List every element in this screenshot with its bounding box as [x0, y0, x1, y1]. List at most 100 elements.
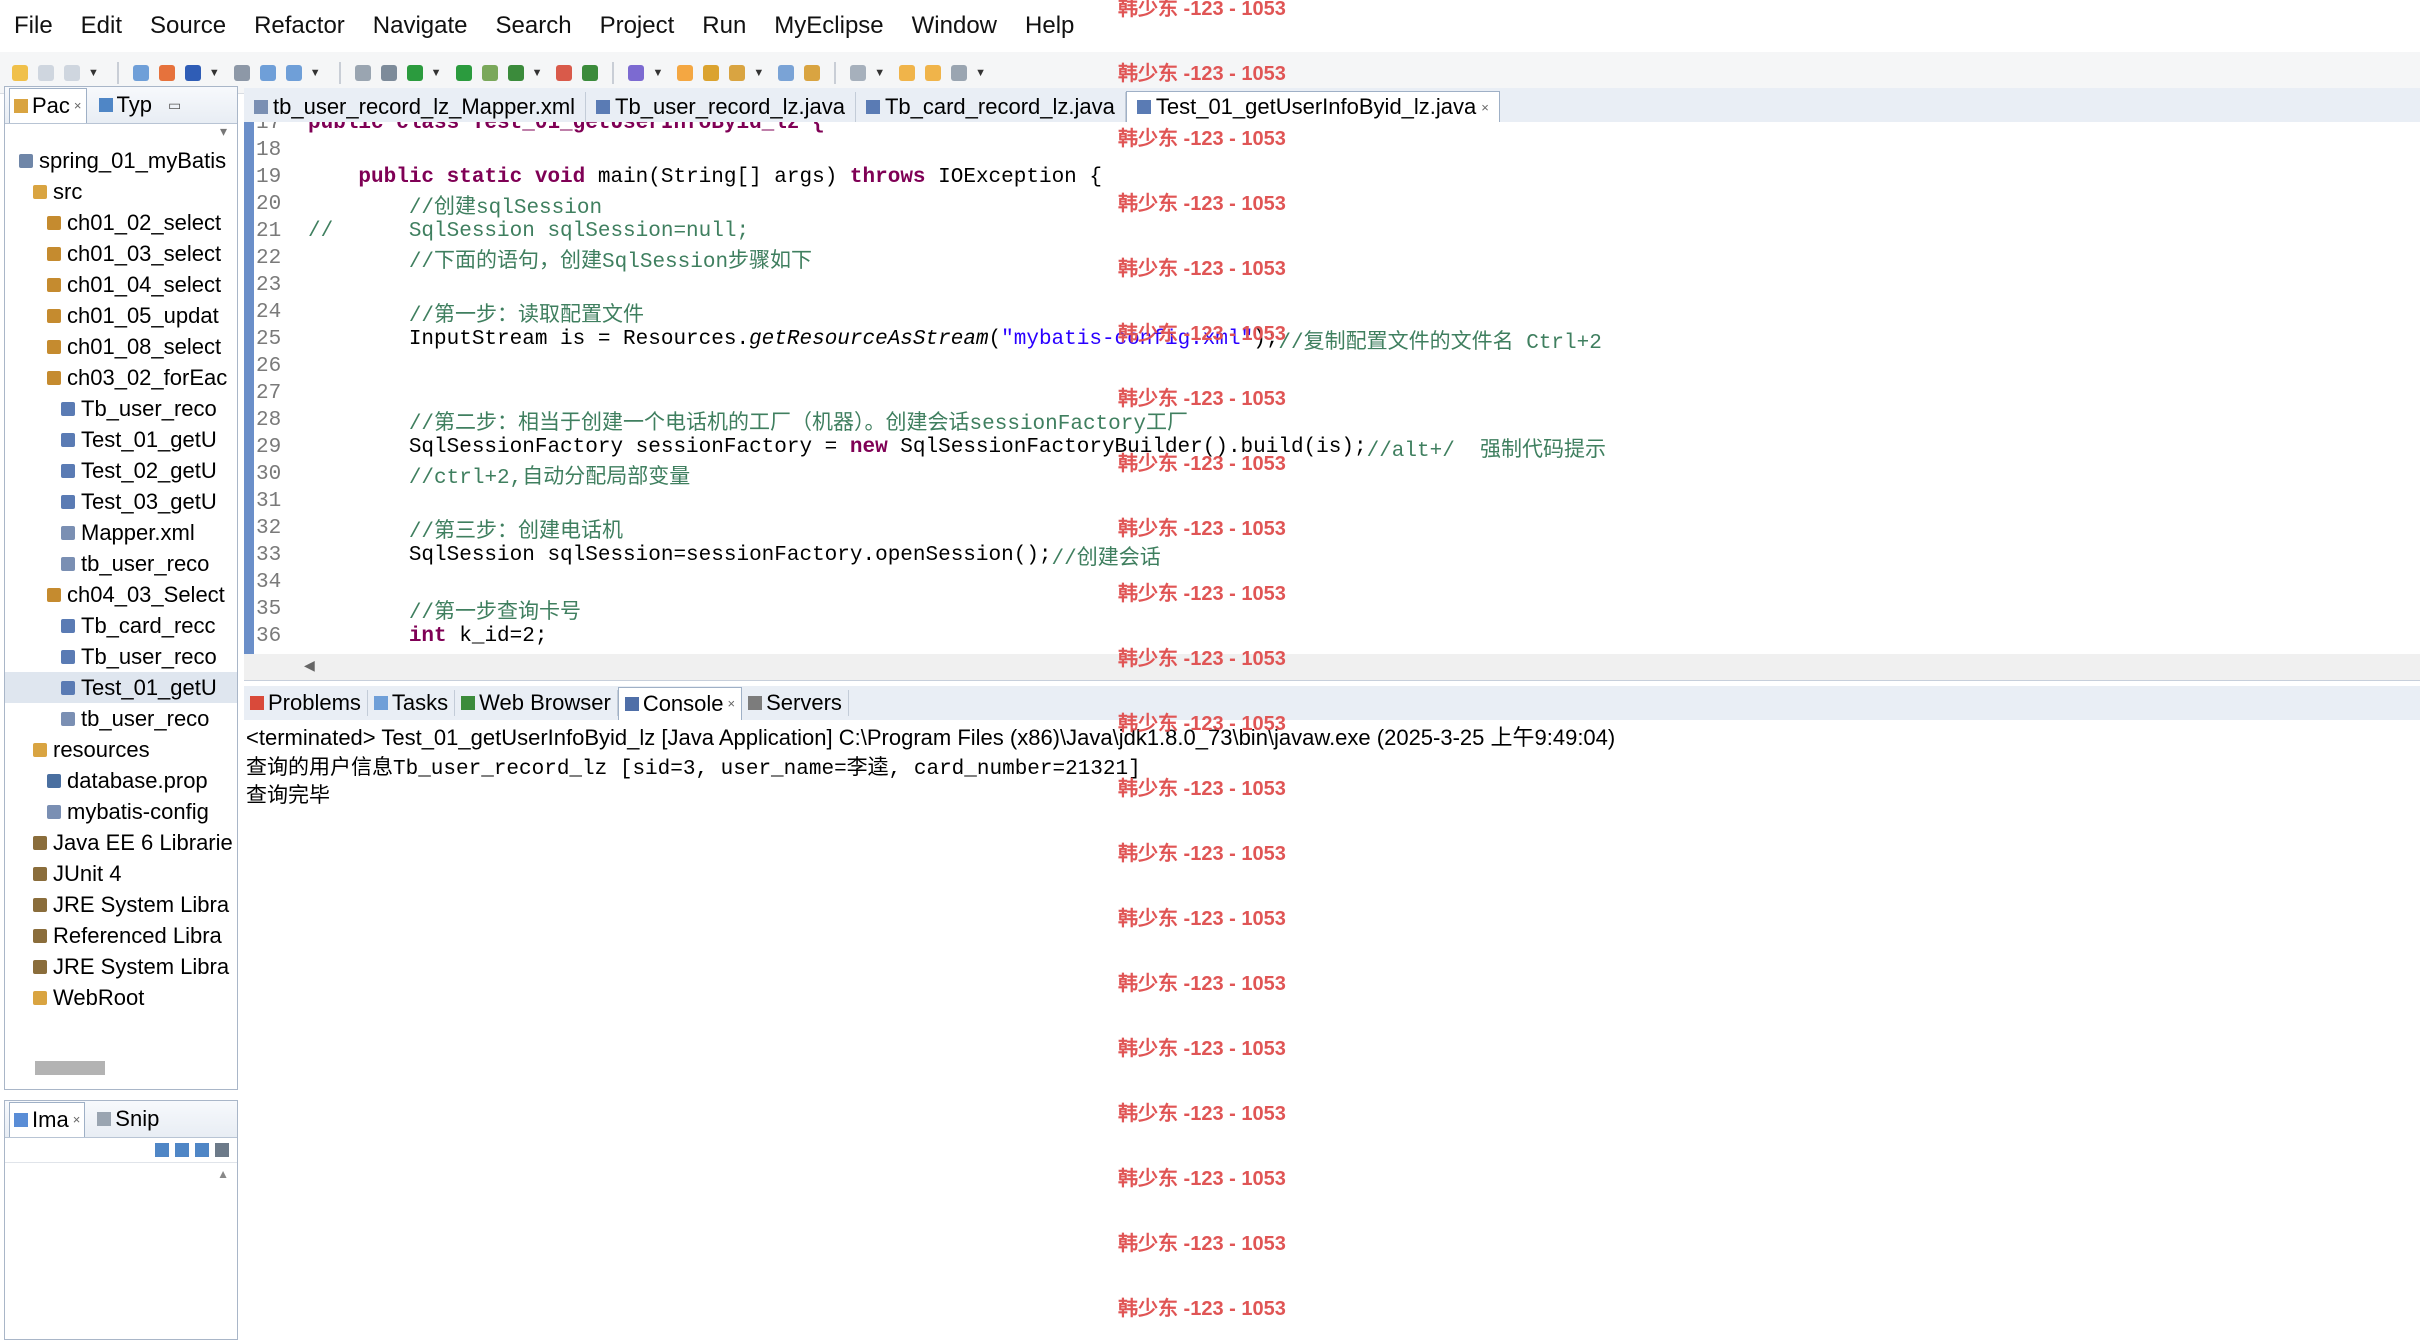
menu-help[interactable]: Help: [1011, 12, 1088, 40]
editor-tab[interactable]: Test_01_getUserInfoByid_lz.java ×: [1125, 91, 1500, 122]
horizontal-scrollbar[interactable]: [35, 1061, 105, 1075]
tab-console[interactable]: Console ×: [617, 686, 743, 720]
scroll-up-icon[interactable]: ▲: [217, 1167, 229, 1181]
tab-image[interactable]: Ima ×: [9, 1101, 86, 1137]
code-line[interactable]: 23: [256, 272, 2416, 299]
search-icon[interactable]: [354, 64, 371, 81]
tree-item[interactable]: database.prop: [5, 765, 237, 796]
tab-tasks[interactable]: Tasks: [368, 690, 456, 716]
external-tools-icon[interactable]: [507, 64, 524, 81]
tree-item[interactable]: ch01_02_select: [5, 207, 237, 238]
tree-item[interactable]: Referenced Libra: [5, 920, 237, 951]
code-line[interactable]: 17 public class Test_01_getUserInfoByid_l…: [256, 122, 2416, 137]
more-icon[interactable]: [951, 64, 968, 81]
menu-navigate[interactable]: Navigate: [359, 12, 482, 40]
tab-problems[interactable]: Problems: [244, 690, 368, 716]
prev-annotation-icon[interactable]: [778, 64, 795, 81]
view-menu-icon[interactable]: ▾: [220, 123, 227, 140]
server-icon[interactable]: [184, 64, 201, 81]
code-line[interactable]: 30 //ctrl+2,自动分配局部变量: [256, 461, 2416, 490]
new-project-icon[interactable]: [158, 64, 175, 81]
tree-item[interactable]: ch01_03_select: [5, 238, 237, 269]
tree-item[interactable]: ch01_08_select: [5, 331, 237, 362]
menu-refactor[interactable]: Refactor: [240, 12, 359, 40]
dropdown-arrow-icon[interactable]: ▼: [874, 67, 885, 79]
tree-item[interactable]: ch04_03_Select: [5, 579, 237, 610]
menu-project[interactable]: Project: [586, 12, 689, 40]
dropdown-arrow-icon[interactable]: ▼: [209, 67, 220, 79]
tree-item[interactable]: JRE System Libra: [5, 889, 237, 920]
tree-item[interactable]: tb_user_reco: [5, 548, 237, 579]
code-line[interactable]: 22 //下面的语句，创建SqlSession步骤如下: [256, 245, 2416, 274]
history-icon[interactable]: [925, 64, 942, 81]
scroll-left-icon[interactable]: ◀: [304, 657, 315, 674]
code-line[interactable]: 28 //第二步：相当于创建一个电话机的工厂（机器）。创建会话sessionFa…: [256, 407, 2416, 436]
code-line[interactable]: 20 //创建sqlSession: [256, 191, 2416, 220]
deploy-icon[interactable]: [285, 64, 302, 81]
code-line[interactable]: 32 //第三步：创建电话机: [256, 515, 2416, 544]
code-line[interactable]: 27: [256, 380, 2416, 407]
dropdown-arrow-icon[interactable]: ▼: [310, 67, 321, 79]
tree-item[interactable]: JRE System Libra: [5, 951, 237, 982]
zoom-out-icon[interactable]: [175, 1143, 189, 1157]
tab-servers[interactable]: Servers: [742, 690, 849, 716]
annotation-icon[interactable]: [703, 64, 720, 81]
tree-item[interactable]: ch01_04_select: [5, 269, 237, 300]
tree-item[interactable]: tb_user_reco: [5, 703, 237, 734]
web-icon[interactable]: [628, 64, 645, 81]
tree-item[interactable]: Tb_card_recc: [5, 610, 237, 641]
tree-item[interactable]: Mapper.xml: [5, 517, 237, 548]
close-icon[interactable]: ×: [1481, 100, 1489, 115]
tree-item[interactable]: src: [5, 176, 237, 207]
editor-tab[interactable]: Tb_card_record_lz.java: [856, 92, 1126, 122]
minimize-icon[interactable]: ▭: [168, 97, 181, 114]
save-icon[interactable]: [38, 64, 54, 81]
menu-myeclipse[interactable]: MyEclipse: [760, 12, 897, 40]
tree-item[interactable]: resources: [5, 734, 237, 765]
tree-item[interactable]: WebRoot: [5, 982, 237, 1013]
code-line[interactable]: 31: [256, 488, 2416, 515]
menu-window[interactable]: Window: [898, 12, 1011, 40]
code-line[interactable]: 19 public static void main(String[] args…: [256, 164, 2416, 191]
code-line[interactable]: 21 // SqlSession sqlSession=null;: [256, 218, 2416, 245]
code-line[interactable]: 34: [256, 569, 2416, 596]
menu-run[interactable]: Run: [688, 12, 760, 40]
stop-icon[interactable]: [556, 64, 573, 81]
dropdown-arrow-icon[interactable]: ▼: [753, 67, 764, 79]
dropdown-arrow-icon[interactable]: ▼: [532, 67, 543, 79]
code-line[interactable]: 29 SqlSessionFactory sessionFactory = ne…: [256, 434, 2416, 463]
zoom-fit-icon[interactable]: [195, 1143, 209, 1157]
menu-edit[interactable]: Edit: [67, 12, 136, 40]
back-icon[interactable]: [804, 64, 821, 81]
close-icon[interactable]: ×: [73, 1112, 81, 1127]
tab-web-browser[interactable]: Web Browser: [455, 690, 618, 716]
editor-tab[interactable]: tb_user_record_lz_Mapper.xml: [244, 92, 587, 122]
tree-item[interactable]: ch03_02_forEac: [5, 362, 237, 393]
tree-item[interactable]: JUnit 4: [5, 858, 237, 889]
code-editor[interactable]: 17 public class Test_01_getUserInfoByid_l…: [244, 122, 2420, 655]
tree-item[interactable]: mybatis-config: [5, 796, 237, 827]
editor-horizontal-scrollbar[interactable]: ◀: [244, 654, 2420, 681]
tree-item[interactable]: Tb_user_reco: [5, 393, 237, 424]
tree-item[interactable]: Tb_user_reco: [5, 641, 237, 672]
editor-tab[interactable]: Tb_user_record_lz.java: [586, 92, 856, 122]
tree-item[interactable]: Java EE 6 Librarie: [5, 827, 237, 858]
zoom-in-icon[interactable]: [155, 1143, 169, 1157]
code-line[interactable]: 24 //第一步：读取配置文件: [256, 299, 2416, 328]
menu-file[interactable]: File: [0, 12, 67, 40]
open-type-icon[interactable]: [132, 64, 149, 81]
tree-item[interactable]: Test_01_getU: [5, 672, 237, 703]
profile-icon[interactable]: [582, 64, 599, 81]
pin-icon[interactable]: [899, 64, 916, 81]
dropdown-arrow-icon[interactable]: ▼: [431, 67, 442, 79]
debug-icon[interactable]: [455, 64, 472, 81]
tree-item[interactable]: ch01_05_updat: [5, 300, 237, 331]
tab-type-hierarchy[interactable]: Typ: [95, 92, 156, 118]
menu-search[interactable]: Search: [482, 12, 586, 40]
save-all-icon[interactable]: [64, 64, 80, 81]
code-line[interactable]: 25 InputStream is = Resources. getResourc…: [256, 326, 2416, 355]
open-icon[interactable]: [380, 64, 397, 81]
coverage-icon[interactable]: [481, 64, 498, 81]
run-icon[interactable]: [406, 64, 423, 81]
tab-package-explorer[interactable]: Pac ×: [9, 87, 87, 123]
